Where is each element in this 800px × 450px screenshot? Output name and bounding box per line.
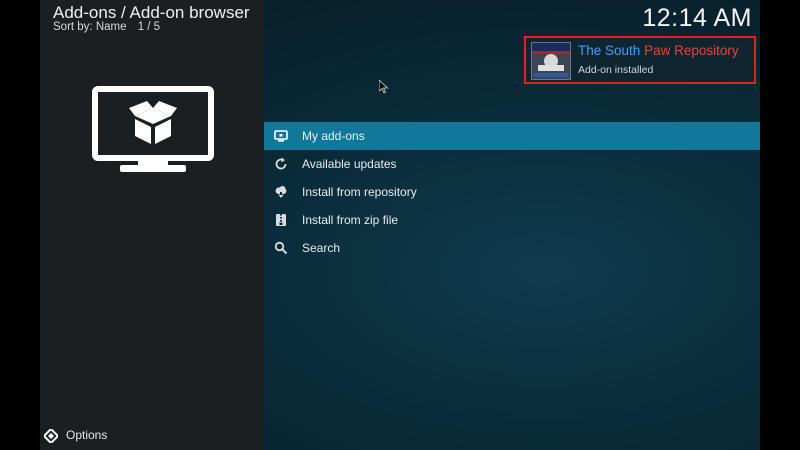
clock: 12:14 AM [642,4,752,32]
menu-item-install-from-zip[interactable]: Install from zip file [264,206,760,234]
addon-menu: My add-ons Available updates Install fro… [264,122,760,262]
notification-title-part1: The South [578,43,641,58]
notification-subtitle: Add-on installed [578,64,654,76]
search-icon [274,241,288,255]
notification-title: The South Paw Repository [578,43,739,58]
menu-item-label: Search [302,241,341,255]
menu-item-my-addons[interactable]: My add-ons [264,122,760,150]
options-label: Options [66,428,108,442]
menu-item-label: My add-ons [302,129,365,143]
menu-item-available-updates[interactable]: Available updates [264,150,760,178]
monitor-icon [274,130,288,142]
addon-installed-notification: The South Paw Repository Add-on installe… [524,36,756,84]
cloud-download-icon [275,186,287,198]
zip-file-icon [276,214,286,226]
menu-item-label: Install from zip file [302,213,399,227]
menu-item-install-from-repository[interactable]: Install from repository [264,178,760,206]
notification-title-part2: Paw Repository [644,43,739,58]
sort-label[interactable]: Sort by: Name [53,21,127,33]
menu-item-search[interactable]: Search [264,234,760,262]
kodi-window: Options Add-ons / Add-on browser Sort by… [40,0,760,450]
menu-item-label: Install from repository [302,185,417,199]
menu-item-label: Available updates [302,157,397,171]
page-count: 1 / 5 [137,21,161,33]
page-title: Add-ons / Add-on browser [53,3,250,22]
refresh-icon [275,157,287,170]
left-panel: Options [40,0,264,450]
repository-thumbnail [531,42,571,80]
mouse-pointer-icon [379,80,389,94]
repository-logo-icon [532,43,570,79]
addon-box-tv-icon [92,86,214,172]
sort-info: Sort by: Name 1 / 5 [53,21,160,33]
options-diamond-icon [44,429,58,443]
